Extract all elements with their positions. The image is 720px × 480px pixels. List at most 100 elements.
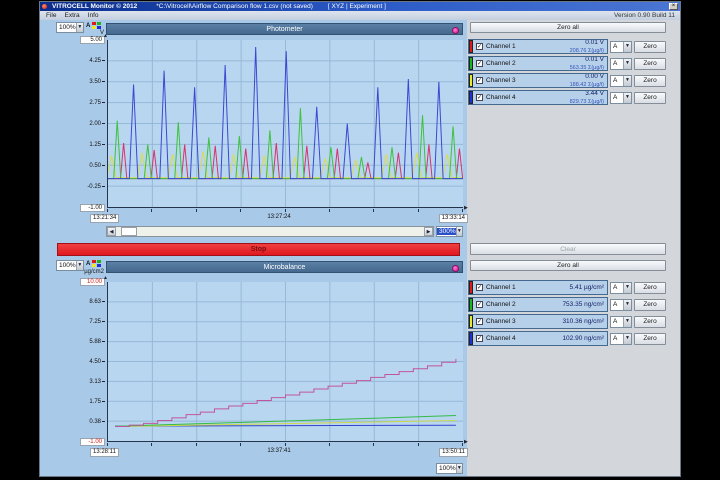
- app-title: VITROCELL Monitor © 2012: [52, 3, 137, 10]
- photometer-plot[interactable]: [107, 40, 463, 208]
- chevron-down-icon: ▼: [623, 59, 631, 69]
- microbalance-channel-row-4: ✓ Channel 4 102.90 ng/cm² A▼ Zero: [468, 331, 666, 346]
- file-title: *C:\Vitrocell\Airflow Comparison flow 1.…: [156, 3, 313, 10]
- channel-label: Channel 1: [486, 284, 516, 291]
- scroll-right-icon[interactable]: ▶: [424, 227, 433, 236]
- channel-label: Channel 3: [486, 318, 516, 325]
- app-window: VITROCELL Monitor © 2012 *C:\Vitrocell\A…: [40, 2, 680, 476]
- microbalance-timezoom-select[interactable]: 100% ▼: [436, 463, 463, 474]
- zero-button[interactable]: Zero: [634, 316, 666, 328]
- record-indicator-icon[interactable]: [452, 27, 459, 34]
- close-icon[interactable]: ×: [669, 3, 678, 10]
- channel-label: Channel 4: [486, 94, 516, 101]
- channel-box: ✓ Channel 4 102.90 ng/cm²: [468, 331, 608, 346]
- channel-value: 0.00 V: [585, 73, 604, 80]
- channel-box: ✓ Channel 4 3.44 V829.73 Σ(µg/l): [468, 90, 608, 105]
- range-select[interactable]: A▼: [610, 92, 632, 104]
- zero-button[interactable]: Zero: [634, 299, 666, 311]
- channel-value: 310.36 ng/cm²: [562, 318, 604, 325]
- channel-color-swatch: [469, 74, 473, 87]
- zero-button[interactable]: Zero: [634, 58, 666, 70]
- photometer-x-ticks: [107, 209, 463, 213]
- microbalance-zero-all-button[interactable]: Zero all: [470, 260, 666, 271]
- microbalance-x-labels: 13:28:11 13:37:41 13:50:11: [90, 448, 468, 457]
- channel-color-swatch: [469, 281, 473, 294]
- mode-title: [ XYZ | Experiment ]: [328, 3, 386, 10]
- zero-button[interactable]: Zero: [634, 333, 666, 345]
- range-select[interactable]: A▼: [610, 316, 632, 328]
- range-select[interactable]: A▼: [610, 41, 632, 53]
- range-select[interactable]: A▼: [610, 58, 632, 70]
- photometer-timezoom-select[interactable]: 300% ▼: [436, 226, 463, 237]
- channel-checkbox[interactable]: ✓: [476, 77, 483, 84]
- channel-checkbox[interactable]: ✓: [476, 60, 483, 67]
- scroll-left-icon[interactable]: ◀: [107, 227, 116, 236]
- time-label-start: 13:21:34: [90, 214, 119, 223]
- channel-sum: 188.42 Σ(µg/l): [570, 82, 604, 88]
- time-label-mid: 13:37:41: [267, 448, 290, 454]
- microbalance-channel-row-2: ✓ Channel 2 753.35 ng/cm² A▼ Zero: [468, 297, 666, 312]
- zero-button[interactable]: Zero: [634, 75, 666, 87]
- photometer-channel-row-1: ✓ Channel 1 0.01 V208.76 Σ(µg/l) A▼ Zero: [468, 39, 666, 54]
- microbalance-plot[interactable]: [107, 282, 463, 442]
- y-axis-arrow-icon: ▲: [103, 275, 108, 281]
- channel-value: 3.44 V: [585, 90, 604, 97]
- channel-value: 0.01 V: [585, 39, 604, 46]
- channel-checkbox[interactable]: ✓: [476, 335, 483, 342]
- microbalance-title: Microbalance: [264, 264, 306, 271]
- channel-checkbox[interactable]: ✓: [476, 94, 483, 101]
- menu-file[interactable]: File: [42, 12, 60, 19]
- channel-value: 102.90 ng/cm²: [562, 335, 604, 342]
- time-label-end: 13:50:11: [439, 448, 468, 457]
- channel-color-swatch: [469, 40, 473, 53]
- channel-colors-icon: [92, 260, 101, 267]
- channel-label: Channel 3: [486, 77, 516, 84]
- channel-value: 0.01 V: [585, 56, 604, 63]
- channel-checkbox[interactable]: ✓: [476, 318, 483, 325]
- scrollbar-thumb[interactable]: [121, 227, 137, 236]
- photometer-y-min: -1.00: [80, 204, 105, 212]
- channel-color-swatch: [469, 315, 473, 328]
- zero-button[interactable]: Zero: [634, 282, 666, 294]
- x-axis-arrow-icon: ▶: [464, 439, 468, 445]
- channel-checkbox[interactable]: ✓: [476, 43, 483, 50]
- microbalance-clear-button[interactable]: Clear: [470, 243, 666, 255]
- channel-box: ✓ Channel 2 753.35 ng/cm²: [468, 297, 608, 312]
- time-label-start: 13:28:11: [90, 448, 119, 457]
- menu-bar: File Extra Info Version 0.90 Build 11: [40, 11, 680, 20]
- microbalance-y-axis-labels: 8.637.255.884.503.131.750.38: [80, 282, 105, 442]
- menu-extra[interactable]: Extra: [60, 12, 83, 19]
- record-indicator-icon[interactable]: [452, 265, 459, 272]
- menu-info[interactable]: Info: [84, 12, 103, 19]
- photometer-zero-all-button[interactable]: Zero all: [470, 22, 666, 33]
- channel-checkbox[interactable]: ✓: [476, 284, 483, 291]
- channel-box: ✓ Channel 1 5.41 µg/cm²: [468, 280, 608, 295]
- range-select[interactable]: A▼: [610, 299, 632, 311]
- range-select[interactable]: A▼: [610, 282, 632, 294]
- channel-label: Channel 4: [486, 335, 516, 342]
- channel-checkbox[interactable]: ✓: [476, 301, 483, 308]
- photometer-channel-row-2: ✓ Channel 2 0.01 V563.35 Σ(µg/l) A▼ Zero: [468, 56, 666, 71]
- stop-button[interactable]: Stop: [57, 243, 460, 256]
- time-scrollbar[interactable]: ◀ ▶: [106, 226, 434, 237]
- microbalance-legend: A: [86, 260, 101, 267]
- channel-label: Channel 1: [486, 43, 516, 50]
- scrollbar-track[interactable]: [116, 227, 424, 236]
- channel-box: ✓ Channel 2 0.01 V563.35 Σ(µg/l): [468, 56, 608, 71]
- zero-button[interactable]: Zero: [634, 41, 666, 53]
- channel-box: ✓ Channel 3 310.36 ng/cm²: [468, 314, 608, 329]
- range-select[interactable]: A▼: [610, 333, 632, 345]
- chevron-down-icon: ▼: [623, 317, 631, 327]
- microbalance-x-ticks: [107, 443, 463, 447]
- photometer-title: Photometer: [266, 26, 302, 33]
- title-bar: VITROCELL Monitor © 2012 *C:\Vitrocell\A…: [40, 2, 680, 11]
- range-select[interactable]: A▼: [610, 75, 632, 87]
- microbalance-header: Microbalance: [106, 261, 463, 273]
- y-axis-arrow-icon: ▲: [103, 33, 108, 39]
- x-axis-arrow-icon: ▶: [464, 205, 468, 211]
- photometer-header: Photometer: [106, 23, 463, 35]
- photometer-y-axis-labels: 4.253.502.752.001.250.50-0.25: [80, 40, 105, 208]
- channel-value: 753.35 ng/cm²: [562, 301, 604, 308]
- channel-label: Channel 2: [486, 60, 516, 67]
- zero-button[interactable]: Zero: [634, 92, 666, 104]
